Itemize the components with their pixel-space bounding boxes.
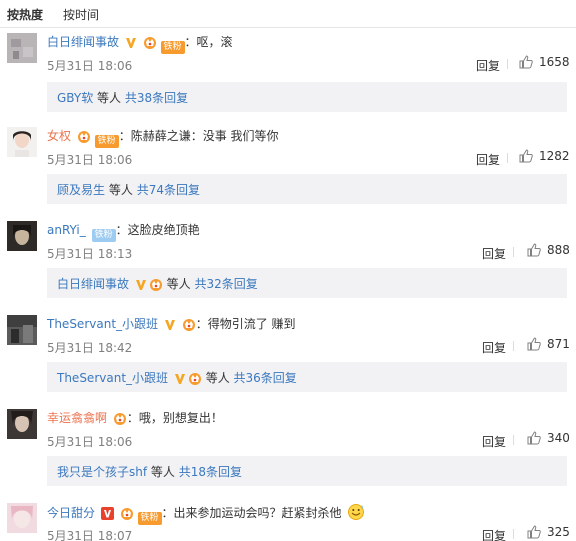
reply-summary-mid: 等人 bbox=[150, 465, 175, 479]
sort-by-time-tab[interactable]: 按时间 bbox=[63, 6, 99, 23]
reply-summary-user[interactable]: 我只是个孩子shf bbox=[57, 465, 147, 479]
reply-summary-mid: 等人 bbox=[108, 183, 133, 197]
reply-summary-mid: 等人 bbox=[166, 277, 191, 291]
reply-count-link[interactable]: 共18条回复 bbox=[179, 465, 242, 479]
reply-summary-user[interactable]: 白日绯闻事故 bbox=[57, 277, 129, 291]
like-button[interactable]: 1658 bbox=[519, 55, 570, 69]
fan-badge-icon: 铁粉 bbox=[94, 135, 119, 148]
vip-crown-icon bbox=[143, 37, 156, 49]
vip-crown-icon bbox=[182, 319, 195, 331]
thumbs-up-icon bbox=[527, 337, 541, 351]
reply-summary-mid: 等人 bbox=[97, 91, 122, 105]
thumbs-up-icon bbox=[527, 431, 541, 445]
comment-text: 得物引流了 赚到 bbox=[207, 317, 296, 331]
sort-bar-divider bbox=[0, 27, 576, 28]
like-count: 888 bbox=[547, 243, 570, 257]
comment-username[interactable]: 女权 bbox=[47, 129, 71, 143]
reply-summary[interactable]: 我只是个孩子shf 等人 共18条回复 bbox=[47, 456, 567, 486]
fan-badge-icon: 铁粉 bbox=[160, 41, 185, 54]
like-button[interactable]: 325 bbox=[527, 525, 570, 539]
vip-crown-icon bbox=[149, 279, 162, 291]
thumbs-up-icon bbox=[527, 243, 541, 257]
like-count: 340 bbox=[547, 431, 570, 445]
reply-count-link[interactable]: 共38条回复 bbox=[125, 91, 188, 105]
action-divider bbox=[513, 435, 514, 445]
comment-username[interactable]: anRYi_ bbox=[47, 223, 86, 237]
reply-button[interactable]: 回复 bbox=[482, 339, 506, 356]
avatar[interactable] bbox=[7, 315, 37, 345]
verified-v-red-icon bbox=[100, 507, 114, 520]
reply-summary-user[interactable]: GBY软 bbox=[57, 91, 93, 105]
action-divider bbox=[507, 153, 508, 163]
thumbs-up-icon bbox=[527, 525, 541, 539]
action-divider bbox=[513, 247, 514, 257]
reply-button[interactable]: 回复 bbox=[482, 527, 506, 541]
reply-count-link[interactable]: 共36条回复 bbox=[234, 371, 297, 385]
like-count: 325 bbox=[547, 525, 570, 539]
fan-badge-icon: 铁粉 bbox=[137, 512, 162, 525]
action-divider bbox=[513, 529, 514, 539]
sort-by-hot-tab[interactable]: 按热度 bbox=[7, 6, 43, 23]
like-button[interactable]: 340 bbox=[527, 431, 570, 445]
fan-badge-icon: 铁粉 bbox=[91, 229, 116, 242]
reply-button[interactable]: 回复 bbox=[482, 245, 506, 262]
like-button[interactable]: 888 bbox=[527, 243, 570, 257]
comment-time: 5月31日 18:07 bbox=[47, 529, 133, 541]
comment-time: 5月31日 18:42 bbox=[47, 341, 133, 355]
avatar[interactable] bbox=[7, 409, 37, 439]
like-button[interactable]: 871 bbox=[527, 337, 570, 351]
avatar[interactable] bbox=[7, 127, 37, 157]
comment-username[interactable]: 今日甜分 bbox=[47, 506, 95, 520]
avatar[interactable] bbox=[7, 503, 37, 533]
vip-crown-icon bbox=[77, 131, 90, 143]
comment-time: 5月31日 18:13 bbox=[47, 247, 133, 261]
reply-summary-user[interactable]: TheServant_小跟班 bbox=[57, 371, 168, 385]
like-count: 1658 bbox=[539, 55, 570, 69]
reply-summary-user[interactable]: 顾及易生 bbox=[57, 183, 105, 197]
comment-time: 5月31日 18:06 bbox=[47, 59, 133, 73]
verified-v-icon bbox=[164, 320, 175, 330]
vip-crown-icon bbox=[120, 508, 133, 520]
reply-button[interactable]: 回复 bbox=[482, 433, 506, 450]
reply-summary-mid: 等人 bbox=[205, 371, 230, 385]
verified-v-icon bbox=[125, 38, 136, 48]
thumbs-up-icon bbox=[519, 149, 533, 163]
like-button[interactable]: 1282 bbox=[519, 149, 570, 163]
reply-summary[interactable]: TheServant_小跟班 等人 共36条回复 bbox=[47, 362, 567, 392]
avatar[interactable] bbox=[7, 221, 37, 251]
vip-crown-icon bbox=[188, 373, 201, 385]
reply-button[interactable]: 回复 bbox=[476, 151, 500, 168]
comment-text: 这脸皮绝顶艳 bbox=[127, 223, 200, 237]
reply-summary[interactable]: 白日绯闻事故 等人 共32条回复 bbox=[47, 268, 567, 298]
comment-text: 哦，别想复出！ bbox=[138, 411, 223, 425]
comment-username[interactable]: TheServant_小跟班 bbox=[47, 317, 158, 331]
reply-button[interactable]: 回复 bbox=[476, 57, 500, 74]
comment-text: 出来参加运动会吗？赶紧封杀他 bbox=[173, 506, 342, 520]
reply-count-link[interactable]: 共32条回复 bbox=[195, 277, 258, 291]
avatar[interactable] bbox=[7, 33, 37, 63]
reply-summary[interactable]: 顾及易生 等人 共74条回复 bbox=[47, 174, 567, 204]
comment-text: 陈赫薛之谦：没事 我们等你 bbox=[130, 129, 279, 143]
like-count: 871 bbox=[547, 337, 570, 351]
reply-count-link[interactable]: 共74条回复 bbox=[137, 183, 200, 197]
thumbs-up-icon bbox=[519, 55, 533, 69]
action-divider bbox=[513, 341, 514, 351]
like-count: 1282 bbox=[539, 149, 570, 163]
vip-crown-icon bbox=[113, 413, 126, 425]
sort-bar: 按热度 按时间 bbox=[0, 0, 576, 28]
comment-username[interactable]: 白日绯闻事故 bbox=[47, 35, 119, 49]
reply-summary[interactable]: GBY软 等人 共38条回复 bbox=[47, 82, 567, 112]
comment-text: 呕，滚 bbox=[196, 35, 233, 49]
action-divider bbox=[507, 59, 508, 69]
sweat-smile-emoji-icon bbox=[348, 504, 365, 520]
verified-v-icon bbox=[135, 280, 146, 290]
comment-time: 5月31日 18:06 bbox=[47, 435, 133, 449]
verified-v-icon bbox=[174, 374, 185, 384]
comment-time: 5月31日 18:06 bbox=[47, 153, 133, 167]
comment-username[interactable]: 幸运翕翕啊 bbox=[47, 411, 107, 425]
